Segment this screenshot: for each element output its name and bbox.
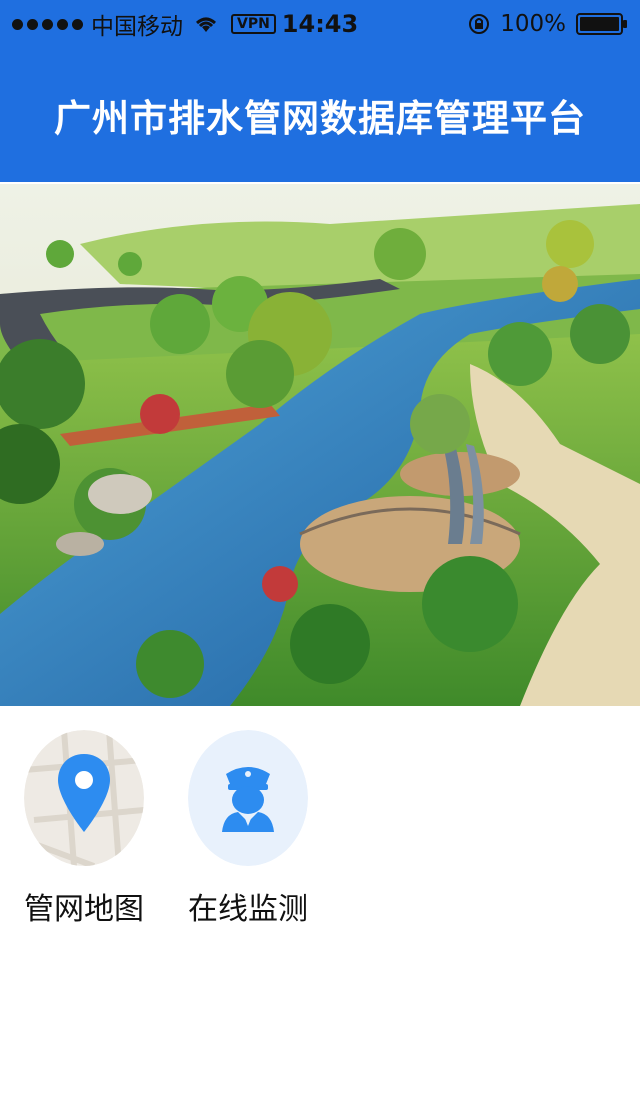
online-monitoring-button[interactable]: 在线监测 xyxy=(178,730,318,928)
signal-strength-icon xyxy=(12,18,83,30)
carrier-name: 中国移动 xyxy=(91,14,183,40)
banner-image xyxy=(0,184,640,706)
pipe-network-map-button[interactable]: 管网地图 xyxy=(14,730,154,928)
orientation-lock-icon xyxy=(469,14,490,34)
monitor-icon-circle xyxy=(188,730,308,866)
battery-icon xyxy=(576,13,627,35)
status-bar: 中国移动 VPN 14:43 100% xyxy=(0,0,640,48)
feature-label-map: 管网地图 xyxy=(24,892,144,927)
police-officer-icon xyxy=(188,730,308,866)
page-title: 广州市排水管网数据库管理平台 xyxy=(54,97,586,140)
wifi-icon xyxy=(196,17,216,32)
battery-percent: 100% xyxy=(500,11,566,37)
app-screen: 中国移动 VPN 14:43 100% 广州市排水管网数据库管理平台 管网地图 … xyxy=(0,0,640,1096)
app-header: 广州市排水管网数据库管理平台 xyxy=(0,48,640,182)
map-pin-icon xyxy=(24,730,144,866)
map-icon-circle xyxy=(24,730,144,866)
feature-label-monitor: 在线监测 xyxy=(188,892,308,927)
vpn-badge: VPN xyxy=(231,14,276,34)
